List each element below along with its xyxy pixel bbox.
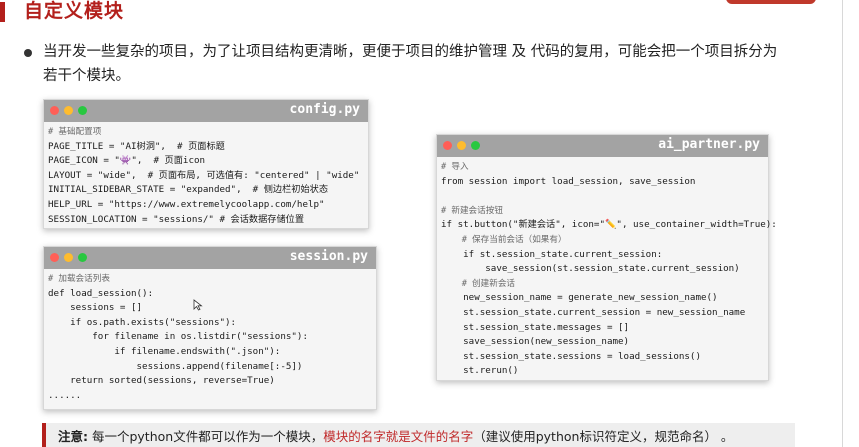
code-line: HELP_URL = "https://www.extremelycoolapp… [48,198,325,210]
window-title: ai_partner.py [658,137,760,152]
minimize-dot-icon [64,106,73,115]
bullet-icon [24,49,32,57]
slide-right-border [842,0,843,447]
code-line: sessions.append(filename[:-5]) [48,360,303,372]
maximize-dot-icon [78,106,87,115]
code-line: sessions = [] [48,302,143,314]
config-code-window: config.py # 基础配置项 PAGE_TITLE = "AI树洞", # … [43,99,369,229]
close-dot-icon [50,106,59,115]
ai-partner-code-window: ai_partner.py # 导入 from session import lo… [436,134,777,382]
code-line: def load_session(): [48,287,154,299]
code-body: # 基础配置项 PAGE_TITLE = "AI树洞", # 页面标题 PAGE_I… [44,122,368,230]
code-body: # 导入 from session import load_session, sa… [437,157,777,382]
code-line: if st.session_state.current_session: [441,248,663,260]
code-line: st.rerun() [441,365,519,377]
minimize-dot-icon [64,253,73,262]
code-line: # 保存当前会话（如果有） [441,234,567,245]
window-title: config.py [289,102,360,117]
note-body-end: （建议使用python标识符定义，规范命名） 。 [473,429,734,444]
code-line: if os.path.exists("sessions"): [48,316,237,328]
top-decoration [726,0,816,4]
page-title: 自定义模块 [24,0,125,22]
mouse-pointer-icon [193,299,203,311]
title-accent-bar [0,2,5,22]
close-dot-icon [50,253,59,262]
code-line: INITIAL_SIDEBAR_STATE = "expanded", # 侧边… [48,184,329,196]
code-line: # 导入 [441,162,469,172]
code-line: PAGE_TITLE = "AI树洞", # 页面标题 [48,140,225,152]
note-body: 每一个python文件都可以作为一个模块， [88,429,324,444]
code-line: # 基础配置项 [48,127,102,137]
code-line: st.session_state.messages = [] [441,321,630,333]
window-header: ai_partner.py [437,135,768,157]
note-text: 注意: 每一个python文件都可以作为一个模块，模块的名字就是文件的名字（建议… [58,426,733,445]
code-line: new_session_name = generate_new_session_… [441,292,718,304]
bullet-text: 当开发一些复杂的项目，为了让项目结构更清晰，更便于项目的维护管理 及 代码的复用… [43,44,778,84]
code-line: from session import load_session, save_s… [441,175,696,187]
code-line: ...... [48,389,82,401]
code-body: # 加载会话列表 def load_session(): sessions = [… [44,269,376,406]
code-line: return sorted(sessions, reverse=True) [48,375,275,387]
minimize-dot-icon [457,141,466,150]
session-code-window: session.py # 加载会话列表 def load_session(): s… [43,246,377,410]
window-header: config.py [44,100,368,122]
code-line: if filename.endswith(".json"): [48,345,281,357]
code-line: PAGE_ICON = "👾", # 页面icon [48,155,206,167]
code-line: st.session_state.current_session = new_s… [441,306,746,318]
window-header: session.py [44,247,376,269]
code-line: save_session(new_session_name) [441,336,630,348]
code-line: # 加载会话列表 [48,274,110,284]
code-line: for filename in os.listdir("sessions"): [48,331,308,343]
close-dot-icon [443,141,452,150]
maximize-dot-icon [471,141,480,150]
maximize-dot-icon [78,253,87,262]
note-label: 注意: [58,429,88,444]
code-line: if st.button("新建会话", icon="✏️", use_cont… [441,219,777,231]
code-line: st.session_state.sessions = load_session… [441,350,701,362]
window-title: session.py [289,249,368,264]
code-line: # 创建新会话 [441,278,516,289]
code-line: save_session(st.session_state.current_se… [441,263,740,275]
code-line: # 新建会话按钮 [441,205,503,216]
code-line: SESSION_LOCATION = "sessions/" # 会话数据存储位… [48,213,305,225]
code-line: LAYOUT = "wide", # 页面布局, 可选值有: "centered… [48,169,360,181]
note-highlight: 模块的名字就是文件的名字 [323,429,474,444]
